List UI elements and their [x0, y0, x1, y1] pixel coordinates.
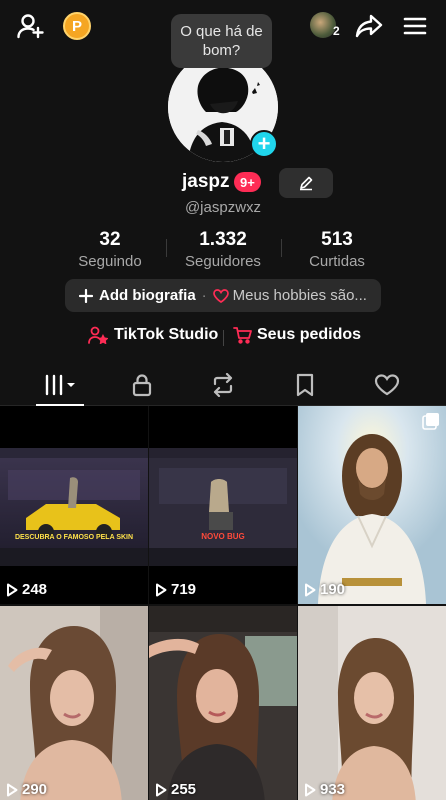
tab-liked[interactable]: [367, 370, 407, 400]
account-count: 2: [333, 24, 340, 38]
video-tile[interactable]: 255: [149, 606, 297, 800]
view-count: 255: [155, 781, 196, 798]
menu-icon[interactable]: [402, 14, 428, 38]
view-count: 248: [6, 581, 47, 598]
add-avatar-plus-icon[interactable]: +: [250, 130, 278, 158]
video-tile[interactable]: 933: [298, 606, 446, 800]
profile-links: TikTok Studio Seus pedidos: [0, 326, 446, 350]
view-count: 290: [6, 781, 47, 798]
link-separator: [223, 330, 224, 346]
view-count: 933: [304, 781, 345, 798]
tiktok-studio-link[interactable]: TikTok Studio: [88, 326, 218, 344]
top-bar: P O que há de bom? 2: [0, 0, 446, 68]
tab-private[interactable]: [122, 370, 162, 400]
hobbies-label: Meus hobbies são...: [232, 287, 367, 304]
view-count: 719: [155, 581, 196, 598]
stat-followers-value: 1.332: [199, 229, 247, 250]
heart-outline-icon: [374, 374, 400, 396]
cart-icon: [233, 327, 252, 344]
orders-label: Seus pedidos: [257, 326, 362, 343]
view-count: 190: [304, 581, 345, 598]
video-thumbnail: [0, 606, 148, 800]
tab-videos[interactable]: [40, 370, 80, 400]
repost-icon: [213, 373, 233, 397]
studio-label: TikTok Studio: [114, 326, 219, 343]
lock-icon: [132, 374, 152, 397]
play-icon: [7, 583, 18, 596]
video-tile[interactable]: DESCUBRA O FAMOSO PELA SKIN 248: [0, 406, 148, 604]
video-tile[interactable]: 290: [0, 606, 148, 800]
stat-followers[interactable]: 1.332 Seguidores: [178, 229, 268, 270]
video-thumbnail: [298, 406, 446, 604]
multi-photo-icon: [422, 412, 440, 435]
stat-followers-label: Seguidores: [185, 253, 261, 270]
stat-likes-label: Curtidas: [309, 253, 365, 270]
add-friend-icon[interactable]: [16, 12, 46, 40]
bookmark-icon: [296, 373, 314, 397]
video-tile[interactable]: 190: [298, 406, 446, 604]
notification-badge[interactable]: 9+: [234, 172, 261, 192]
add-bio-label: Add biografia: [99, 287, 196, 304]
stat-following-label: Seguindo: [78, 253, 142, 270]
play-icon: [305, 783, 316, 796]
video-thumbnail: [149, 606, 297, 800]
content-tabs: [0, 364, 446, 406]
pencil-icon: [300, 176, 313, 191]
video-thumbnail: [298, 606, 446, 800]
edit-profile-button[interactable]: [279, 168, 333, 198]
name-row: jaspz 9+: [0, 168, 446, 198]
heart-icon: [212, 288, 229, 303]
stat-following-value: 32: [99, 229, 121, 250]
tab-reposts[interactable]: [203, 370, 243, 400]
orders-link[interactable]: Seus pedidos: [233, 326, 361, 344]
play-icon: [7, 783, 18, 796]
play-icon: [305, 583, 316, 596]
username: jaspz: [182, 171, 230, 192]
share-icon[interactable]: [354, 12, 384, 40]
stat-following[interactable]: 32 Seguindo: [70, 229, 150, 270]
video-tile[interactable]: NOVO BUG 719: [149, 406, 297, 604]
tab-favorites[interactable]: [285, 370, 325, 400]
plus-icon: [79, 288, 93, 303]
video-thumbnail: [0, 448, 148, 566]
separator-dot: ·: [201, 287, 207, 304]
stat-likes-value: 513: [321, 229, 353, 250]
grid-videos-icon: [45, 374, 75, 396]
video-caption: DESCUBRA O FAMOSO PELA SKIN: [14, 534, 134, 541]
stat-likes[interactable]: 513 Curtidas: [297, 229, 377, 270]
coins-icon[interactable]: P: [63, 12, 91, 40]
play-icon: [156, 583, 167, 596]
whats-new-bubble[interactable]: O que há de bom?: [171, 14, 272, 68]
bio-pill[interactable]: Add biografia · Meus hobbies são...: [65, 279, 381, 312]
profile-handle: @jaspzwxz: [184, 199, 262, 216]
video-thumbnail: [149, 448, 297, 566]
stats-row: 32 Seguindo 1.332 Seguidores 513 Curtida…: [0, 229, 446, 271]
video-caption: NOVO BUG: [201, 532, 245, 541]
studio-icon: [88, 326, 108, 344]
stat-divider: [281, 239, 282, 257]
play-icon: [156, 783, 167, 796]
stat-divider: [166, 239, 167, 257]
